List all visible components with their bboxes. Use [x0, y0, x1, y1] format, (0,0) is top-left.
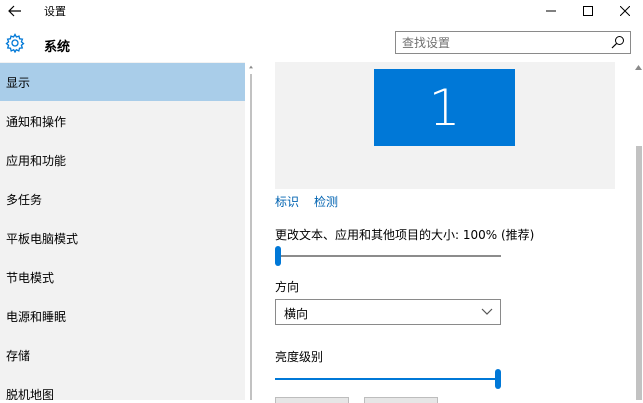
sidebar-item-label: 节电模式 [6, 270, 55, 285]
search-input[interactable] [402, 34, 602, 51]
title-bar: 设置 [0, 0, 643, 22]
monitor-number: 1 [428, 78, 461, 137]
sidebar-scrollbar[interactable] [249, 62, 253, 400]
identify-link[interactable]: 标识 [275, 193, 299, 210]
sidebar-item-offline-maps[interactable]: 脱机地图 [0, 375, 245, 401]
sidebar-item-label: 显示 [6, 75, 31, 90]
sidebar-item-storage[interactable]: 存储 [0, 336, 245, 374]
slider-track [275, 255, 501, 257]
search-icon[interactable] [611, 35, 625, 49]
chevron-down-icon [481, 308, 493, 315]
orientation-dropdown[interactable]: 横向 [275, 299, 501, 325]
window-title: 设置 [44, 5, 66, 18]
apply-button[interactable] [275, 397, 349, 403]
scale-label: 更改文本、应用和其他项目的大小: 100% (推荐) [275, 228, 535, 242]
sidebar-item-label: 平板电脑模式 [6, 231, 79, 246]
sidebar-item-display[interactable]: 显示 [0, 63, 245, 101]
content-scrollbar[interactable] [633, 62, 643, 400]
maximize-icon [583, 6, 593, 16]
sidebar-item-label: 多任务 [6, 192, 43, 207]
brightness-label: 亮度级别 [275, 350, 324, 364]
orientation-value: 横向 [284, 307, 309, 321]
gear-icon [5, 33, 25, 53]
display-preview: 1 [275, 62, 615, 189]
orientation-label: 方向 [275, 280, 300, 294]
sidebar-item-label: 应用和功能 [6, 153, 67, 168]
sidebar-item-notifications[interactable]: 通知和操作 [0, 102, 245, 140]
sidebar-item-label: 电源和睡眠 [6, 309, 67, 324]
cancel-button[interactable] [364, 397, 438, 403]
scroll-up-icon[interactable] [249, 62, 253, 72]
maximize-button[interactable] [569, 0, 607, 22]
brightness-slider[interactable] [275, 369, 501, 389]
sidebar-item-battery-saver[interactable]: 节电模式 [0, 258, 245, 296]
sidebar-item-label: 脱机地图 [6, 387, 55, 401]
search-box[interactable] [395, 31, 631, 54]
detect-link[interactable]: 检测 [314, 193, 338, 210]
scroll-up-icon[interactable] [633, 62, 643, 72]
sidebar-item-label: 通知和操作 [6, 114, 67, 129]
slider-fill [275, 378, 498, 380]
sidebar-item-tablet-mode[interactable]: 平板电脑模式 [0, 219, 245, 257]
sidebar-item-label: 存储 [6, 348, 31, 363]
content-scroll-thumb[interactable] [636, 146, 642, 400]
sidebar-scroll-thumb[interactable] [250, 74, 252, 400]
minimize-button[interactable] [532, 0, 570, 22]
sidebar: 显示 通知和操作 应用和功能 多任务 平板电脑模式 节电模式 电源和睡眠 存储 … [0, 62, 245, 400]
slider-thumb[interactable] [275, 246, 281, 266]
monitor-tile[interactable]: 1 [374, 69, 515, 146]
sidebar-item-apps-features[interactable]: 应用和功能 [0, 141, 245, 179]
close-icon [620, 6, 630, 16]
scale-slider[interactable] [275, 246, 501, 266]
close-button[interactable] [606, 0, 643, 22]
back-button[interactable] [3, 0, 27, 22]
sidebar-item-power-sleep[interactable]: 电源和睡眠 [0, 297, 245, 335]
page-title: 系统 [44, 40, 71, 55]
back-arrow-icon [8, 5, 21, 17]
minimize-icon [546, 10, 556, 12]
sidebar-item-multitasking[interactable]: 多任务 [0, 180, 245, 218]
slider-thumb[interactable] [495, 369, 501, 389]
